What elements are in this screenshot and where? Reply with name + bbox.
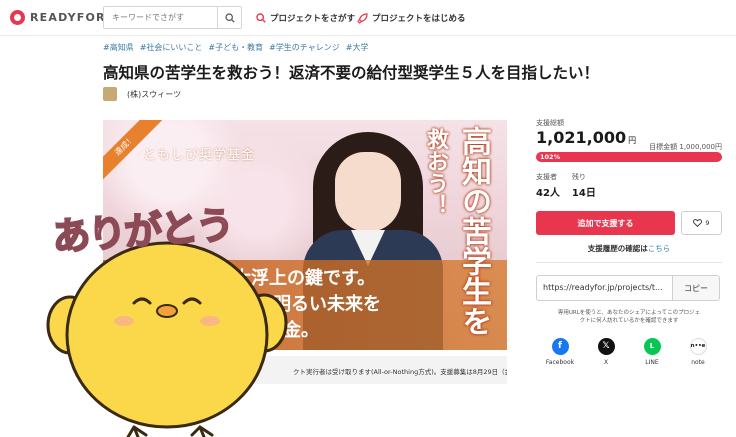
nav-find-label: プロジェクトをさがす (270, 14, 356, 24)
copy-button[interactable]: コピー (672, 275, 720, 301)
total-label: 支援総額 (536, 119, 564, 127)
history-link[interactable]: こちら (648, 244, 671, 253)
share-note[interactable]: n••e note (680, 337, 716, 366)
sns-label: note (691, 358, 705, 366)
foundation-name: ともしび奨学基金 (143, 148, 256, 163)
sns-share-row: f Facebook 𝕏 X L LINE n••e note (536, 337, 722, 366)
search-button[interactable] (217, 7, 241, 28)
tag-link[interactable]: #高知県 (103, 42, 134, 53)
tag-link[interactable]: #学生のチャレンジ (269, 42, 340, 53)
chick-foot-left (126, 425, 148, 437)
history-text: 支援履歴の確認はこちら (536, 243, 722, 254)
nav-find-projects[interactable]: プロジェクトをさがす (256, 12, 355, 24)
supporters-label: 支援者 (536, 173, 557, 181)
support-panel: 支援総額 1,021,000 円 目標金額 1,000,000円 102% 支援者… (536, 118, 722, 366)
share-x[interactable]: 𝕏 X (588, 337, 624, 366)
project-tags: #高知県 #社会にいいこと #子ども・教育 #学生のチャレンジ #大学 (103, 42, 368, 53)
remaining-label: 残り (571, 173, 586, 181)
tag-link[interactable]: #大学 (346, 42, 369, 53)
share-note-line: 専用URLを使うと、あなたのシェアによってこのプロジェ (557, 310, 701, 316)
owner-name: (株)スウィーツ (127, 89, 182, 99)
chick-body (65, 241, 269, 429)
share-url-row: https://readyfor.jp/projects/t... コピー (536, 275, 722, 301)
goal-value: 1,000,000円 (679, 143, 722, 151)
divider (536, 262, 722, 263)
search-icon (256, 13, 266, 23)
stats-row: 支援者 42人 残り 14日 (536, 172, 722, 199)
chick-beak (156, 304, 178, 318)
goal-amount: 目標金額 1,000,000円 (649, 142, 722, 152)
remaining-stat: 残り 14日 (572, 172, 596, 199)
share-note: 専用URLを使うと、あなたのシェアによってこのプロジェ クトに何人訪れているかを… (536, 309, 722, 326)
history-label: 支援履歴の確認は (587, 244, 648, 253)
page-title: 高知県の苦学生を救おう！返済不要の給付型奨学生５人を目指したい！ (103, 64, 600, 82)
progress-bar: 102% (536, 152, 722, 162)
share-url-field[interactable]: https://readyfor.jp/projects/t... (536, 275, 672, 301)
tag-link[interactable]: #子ども・教育 (208, 42, 263, 53)
share-facebook[interactable]: f Facebook (542, 337, 578, 366)
supporters-value: 42人 (536, 188, 560, 199)
chick-cheek-right (200, 316, 220, 326)
line-icon: L (643, 337, 661, 355)
project-owner[interactable]: (株)スウィーツ (103, 87, 181, 101)
total-value: 1,021,000 (536, 128, 627, 147)
chick-cheek-left (114, 316, 134, 326)
support-button[interactable]: 追加で支援する (536, 211, 675, 235)
search-input[interactable] (104, 7, 218, 28)
share-line[interactable]: L LINE (634, 337, 670, 366)
note-icon: n••e (689, 337, 707, 355)
hero-vertical-text-1: 高知の苦学生を (456, 126, 491, 336)
share-note-line: クトに何人訪れているかを確認できます (579, 318, 679, 325)
hero-vertical-text-2: 救おう！ (423, 128, 449, 216)
supporters-stat: 支援者 42人 (536, 172, 560, 199)
yen-unit: 円 (628, 136, 637, 145)
action-row: 追加で支援する 9 (536, 211, 722, 235)
sns-label: X (603, 358, 609, 366)
facebook-icon: f (551, 337, 569, 355)
site-header: READYFOR プロジェクトをさがす プロジェクトをはじめる (0, 0, 736, 36)
favorite-count: 9 (705, 219, 710, 227)
avatar (103, 87, 117, 101)
x-icon: 𝕏 (597, 337, 615, 355)
remaining-value: 14日 (571, 188, 596, 199)
search-box (103, 6, 242, 29)
readyfor-logo[interactable]: READYFOR (10, 10, 106, 25)
search-icon (224, 12, 235, 23)
goal-label: 目標金額 (649, 143, 678, 151)
sns-label: Facebook (545, 358, 575, 366)
favorite-button[interactable]: 9 (681, 211, 722, 235)
rocket-icon (357, 12, 368, 24)
nav-start-project[interactable]: プロジェクトをはじめる (357, 12, 466, 24)
logo-mark-icon (10, 10, 25, 25)
tag-link[interactable]: #社会にいいこと (140, 42, 203, 53)
sns-label: LINE (645, 358, 659, 366)
student-face (335, 152, 401, 232)
progress-percent: 102% (540, 153, 561, 161)
chick-foot-right (190, 425, 214, 437)
nav-start-label: プロジェクトをはじめる (372, 14, 466, 24)
logo-text: READYFOR (30, 11, 106, 24)
heart-icon (693, 219, 703, 227)
